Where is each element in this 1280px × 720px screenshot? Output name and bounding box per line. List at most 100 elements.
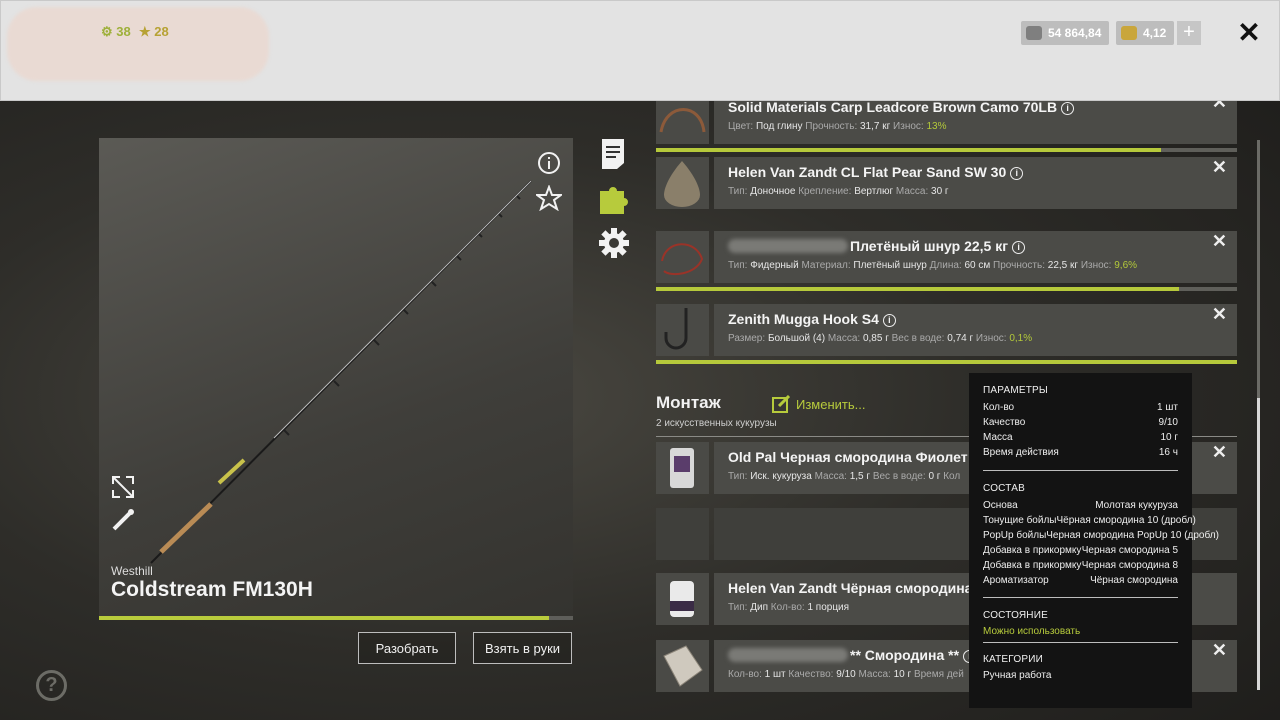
prop-value: Большой (4) (767, 333, 826, 344)
item-title: Zenith Mugga Hook S4 (728, 311, 879, 327)
tackle-item-hook[interactable]: Zenith Mugga Hook S4 i Размер: Большой (4… (656, 304, 1237, 356)
tackle-item-sinker[interactable]: Helen Van Zandt CL Flat Pear Sand SW 30 i… (656, 157, 1237, 209)
tooltip-state-value: Можно использовать (983, 624, 1178, 639)
expand-icon[interactable] (110, 474, 136, 504)
state-text: Можно использовать (983, 626, 1081, 637)
prop-value: 30 г (931, 186, 949, 197)
prop-label: Кол-во: (728, 669, 762, 680)
prop-label: Тип: (728, 471, 748, 482)
comp-label: Добавка в прикормку (983, 545, 1082, 556)
prop-label: Качество: (788, 669, 834, 680)
corn-bait-thumbnail (656, 442, 709, 494)
disassemble-button[interactable]: Разобрать (358, 632, 456, 664)
settings-gear-icon[interactable] (598, 227, 630, 259)
prop-value: 1,5 г (849, 471, 871, 482)
help-icon[interactable]: ? (36, 670, 67, 701)
prop-value: 10 г (893, 669, 912, 680)
prop-label: Время дей (913, 669, 964, 680)
silver-amount: 54 864,84 (1048, 26, 1102, 40)
prop-label: Размер: (728, 333, 766, 344)
remove-item-icon[interactable]: ✕ (1212, 304, 1227, 325)
prop-value: 9/10 (836, 669, 856, 680)
comp-label: Основа (983, 500, 1018, 511)
remove-item-icon[interactable]: ✕ (1212, 231, 1227, 252)
comp-label: Ароматизатор (983, 575, 1049, 586)
remove-item-icon[interactable]: ✕ (1212, 157, 1227, 178)
montage-subtitle: 2 искусственных кукурузы (656, 418, 777, 429)
comp-value: Чёрная смородина 10 (дробл) (1056, 515, 1196, 526)
prop-label: Масса: (858, 669, 891, 680)
dip-thumbnail (656, 573, 709, 625)
close-icon[interactable]: ✕ (1237, 19, 1261, 47)
prop-label: Масса: (827, 333, 861, 344)
info-icon[interactable] (537, 151, 561, 179)
rod-name: Coldstream FM130H (111, 578, 313, 601)
prop-label: Износ: (975, 333, 1007, 344)
leader-thumbnail (656, 101, 709, 144)
item-props: Тип: Доночное Крепление: Вертлюг Масса: … (728, 186, 1237, 197)
rod-preview-panel (99, 138, 573, 616)
montage-title: Монтаж (656, 393, 721, 412)
description-tab-icon[interactable] (598, 137, 630, 169)
repair-brush-icon[interactable] (110, 507, 136, 537)
prop-label: Вес в воде: (872, 471, 926, 482)
item-info-icon[interactable]: i (1061, 102, 1075, 115)
remove-item-icon[interactable]: ✕ (1212, 101, 1227, 113)
line-wear-fill (656, 287, 1179, 291)
prop-label: Длина: (929, 260, 962, 271)
param-value: 1 шт (1157, 402, 1178, 413)
prop-value: Иск. кукуруза (750, 471, 812, 482)
edit-montage-link[interactable]: Изменить... (772, 395, 865, 413)
comp-label: PopUp бойлы (983, 530, 1047, 541)
remove-item-icon[interactable]: ✕ (1212, 640, 1227, 661)
remove-item-icon[interactable]: ✕ (1212, 442, 1227, 463)
scrollbar-thumb[interactable] (1257, 398, 1260, 690)
tooltip-category-title: КАТЕГОРИИ (983, 654, 1043, 665)
category-text: Ручная работа (983, 670, 1052, 681)
param-label: Время действия (983, 447, 1059, 458)
favorite-star-icon[interactable] (533, 184, 565, 215)
param-label: Качество (983, 417, 1026, 428)
tackle-item-line[interactable]: Плетёный шнур 22,5 кг i Тип: Фидерный Мат… (656, 231, 1237, 283)
prop-value: Вертлюг (854, 186, 894, 197)
prop-label: Кол (943, 471, 961, 482)
comp-label: Тонущие бойлы (983, 515, 1057, 526)
item-info-icon[interactable]: i (882, 314, 896, 327)
take-in-hands-button[interactable]: Взять в руки (473, 632, 572, 664)
comp-value: Черная смородина PopUp 10 (дробл) (1046, 530, 1219, 541)
rod-wear-bar (99, 616, 573, 620)
item-props: Размер: Большой (4) Масса: 0,85 г Вес в … (728, 333, 1237, 344)
line-thumbnail (656, 231, 709, 283)
prop-value: 9,6% (1114, 260, 1138, 271)
prop-label: Вес в воде: (891, 333, 945, 344)
comp-value: Молотая кукуруза (1095, 500, 1178, 511)
comp-value: Чёрная смородина (1090, 575, 1178, 586)
item-info-icon[interactable]: i (1012, 241, 1026, 254)
tackle-tab-icon[interactable] (598, 183, 630, 215)
rod-image (150, 180, 532, 564)
edit-pencil-icon (772, 395, 790, 413)
rod-brand: Westhill (111, 564, 153, 578)
tooltip-params: Кол-во 1 шт Качество 9/10 Масса 10 г Время … (983, 400, 1178, 460)
item-title: Old Pal Черная смородина Фиолет (728, 449, 968, 465)
prop-value: Плетёный шнур (853, 260, 927, 271)
gold-balance: 4,12 (1116, 21, 1174, 45)
add-funds-button[interactable]: + (1177, 21, 1201, 45)
prop-value: Фидерный (750, 260, 799, 271)
tackle-item-leader[interactable]: Solid Materials Carp Leadcore Brown Camo… (656, 101, 1237, 144)
groundbait-bag-thumbnail (656, 640, 709, 692)
item-title: Helen Van Zandt CL Flat Pear Sand SW 30 (728, 164, 1007, 180)
line-wear-bar (656, 287, 1237, 291)
prop-label: Прочность: (805, 121, 858, 132)
prop-value: 1 шт (764, 669, 786, 680)
prop-label: Масса: (895, 186, 929, 197)
item-tooltip: ПАРАМЕТРЫ Кол-во 1 шт Качество 9/10 Масса 1… (969, 373, 1219, 708)
prop-value: 0 г (928, 471, 941, 482)
item-title: ** Смородина ** (850, 647, 960, 663)
gold-amount: 4,12 (1143, 26, 1167, 40)
prop-value: 13% (926, 121, 947, 132)
prop-label: Износ: (893, 121, 924, 132)
item-info-icon[interactable]: i (1010, 167, 1024, 180)
tooltip-separator (983, 597, 1178, 598)
prop-value: 22,5 кг (1047, 260, 1079, 271)
